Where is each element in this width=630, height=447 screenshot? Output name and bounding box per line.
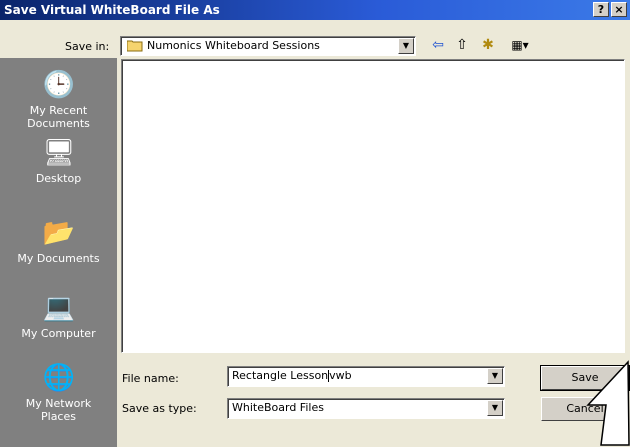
save-in-value: Numonics Whiteboard Sessions (147, 39, 320, 52)
place-my-recent-documents[interactable]: 🕒 My Recent Documents (0, 70, 117, 130)
place-my-network-places[interactable]: 🌐 My Network Places (0, 363, 117, 423)
recent-documents-icon: 🕒 (42, 70, 75, 100)
save-as-type-dropdown[interactable]: WhiteBoard Files ▼ (227, 398, 505, 419)
save-as-type-label: Save as type: (122, 402, 197, 415)
place-my-documents[interactable]: 📂 My Documents (0, 218, 117, 265)
file-name-input[interactable]: Rectangle Lessonvwb ▼ (227, 366, 505, 387)
views-menu-icon[interactable]: ▦▾ (503, 36, 537, 54)
title-bar: Save Virtual WhiteBoard File As ? × (0, 0, 630, 20)
place-my-computer[interactable]: 💻 My Computer (0, 293, 117, 340)
chevron-down-icon[interactable]: ▼ (398, 38, 414, 54)
new-folder-icon[interactable]: ✱ (478, 36, 498, 54)
place-label: My Recent Documents (27, 104, 90, 130)
close-button[interactable]: × (611, 2, 627, 17)
file-list[interactable] (121, 59, 625, 353)
place-label: My Documents (17, 252, 100, 265)
network-places-icon: 🌐 (42, 363, 75, 393)
file-name-value: Rectangle Lessonvwb (232, 369, 352, 382)
file-name-text-before: Rectangle Lesson (232, 369, 329, 382)
save-as-type-value: WhiteBoard Files (232, 401, 324, 414)
my-documents-icon: 📂 (42, 218, 75, 248)
help-button[interactable]: ? (593, 2, 609, 17)
cursor-arrow-icon (586, 360, 630, 446)
file-name-text-after: vwb (329, 369, 352, 382)
place-label: Desktop (35, 172, 82, 185)
up-folder-icon[interactable]: ⇧ (452, 36, 472, 54)
save-in-label: Save in: (65, 40, 110, 53)
places-bar: 🕒 My Recent Documents 🖥 Desktop 📂 My Doc… (0, 58, 117, 447)
place-label: My Network Places (25, 397, 92, 423)
chevron-down-icon[interactable]: ▼ (487, 400, 503, 416)
desktop-icon: 🖥 (42, 138, 76, 168)
folder-icon-svg (126, 40, 143, 52)
save-in-dropdown[interactable]: Numonics Whiteboard Sessions ▼ (120, 36, 416, 56)
window-title: Save Virtual WhiteBoard File As (4, 3, 220, 17)
chevron-down-icon[interactable]: ▼ (487, 368, 503, 384)
folder-icon (126, 39, 143, 55)
file-name-label: File name: (122, 372, 179, 385)
back-icon[interactable]: ⇦ (428, 36, 448, 54)
my-computer-icon: 💻 (42, 293, 75, 323)
place-desktop[interactable]: 🖥 Desktop (0, 138, 117, 185)
place-label: My Computer (21, 327, 96, 340)
